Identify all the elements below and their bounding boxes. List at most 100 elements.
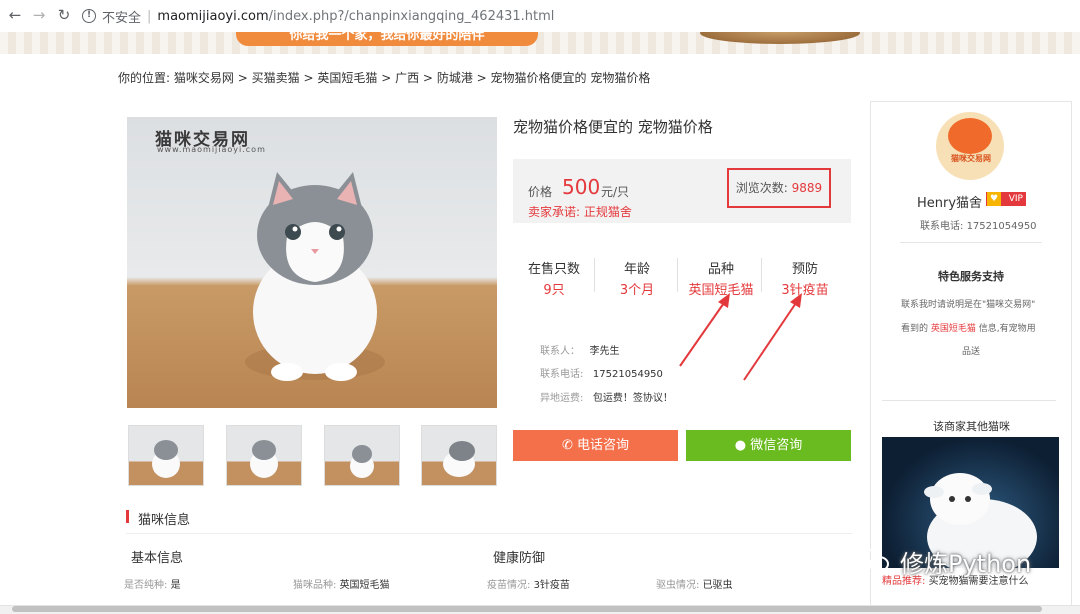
service-breed-link[interactable]: 英国短毛猫: [931, 324, 976, 334]
stat-divider: [677, 258, 678, 292]
stat-value: 3个月: [619, 283, 655, 298]
price-label: 价格: [528, 185, 553, 199]
views-value: 9889: [791, 181, 823, 195]
insecure-label: 不安全: [102, 10, 142, 26]
annotation-arrows: [679, 293, 802, 381]
breadcrumb-item[interactable]: 英国短毛猫: [317, 71, 377, 85]
address-bar[interactable]: ! 不安全 | maomijiaoyi.com /index.php?/chan…: [82, 3, 1080, 29]
view-count: 浏览次数: 9889: [727, 168, 831, 208]
breadcrumb-prefix: 你的位置:: [118, 71, 171, 85]
service-line: 联系我时请说明是在"猫咪交易网": [901, 300, 1036, 310]
shop-phone-label: 联系电话:: [920, 221, 964, 232]
breadcrumb-item[interactable]: 宠物猫价格便宜的 宠物猫价格: [491, 71, 651, 85]
other-cats-title: 该商家其他猫咪: [933, 420, 1010, 433]
stat-label: 品种: [707, 262, 734, 277]
breadcrumb-separator: >: [381, 71, 392, 85]
contact-phone: 联系电话: 17521054950: [540, 365, 663, 380]
info-item-breed: 猫咪品种: 英国短毛猫: [293, 576, 390, 591]
stat-divider: [761, 258, 762, 292]
shop-logo-text: 猫咪交易网: [951, 154, 991, 163]
breadcrumb-separator: >: [303, 71, 314, 85]
cat-info-title: 猫咪信息: [138, 513, 191, 528]
thumbnail[interactable]: [421, 425, 497, 486]
kitten-illustration: [245, 172, 385, 381]
stat-age: 年龄 3个月: [597, 258, 677, 298]
service-text: 信息,有宠物用: [978, 324, 1036, 334]
main-cat-photo[interactable]: 猫咪交易网 www.maomijiaoyi.com: [127, 117, 497, 408]
breadcrumb-item[interactable]: 广西: [395, 71, 419, 85]
info-item-pure: 是否纯种: 是: [124, 576, 181, 591]
thumbnail[interactable]: [324, 425, 400, 486]
shop-phone-value: 17521054950: [966, 221, 1037, 232]
wechat-consult-label: 微信咨询: [750, 438, 803, 453]
shop-phone: 联系电话: 17521054950: [920, 217, 1037, 232]
health-title: 健康防御: [493, 551, 546, 566]
info-value: 是: [170, 580, 181, 591]
price-unit: 元/只: [601, 185, 630, 199]
info-label: 是否纯种:: [124, 580, 168, 591]
contact-phone-value: 17521054950: [592, 369, 663, 380]
price-value: 500: [562, 175, 601, 199]
breadcrumb: 你的位置: 猫咪交易网 > 买猫卖猫 > 英国短毛猫 > 广西 > 防城港 > …: [118, 69, 650, 86]
basic-info-title: 基本信息: [131, 551, 184, 566]
breadcrumb-separator: >: [422, 71, 433, 85]
stat-label: 预防: [791, 262, 818, 277]
address-separator: |: [147, 8, 152, 24]
stat-divider: [594, 258, 595, 292]
breadcrumb-item[interactable]: 防城港: [437, 71, 473, 85]
service-line: 看到的 英国短毛猫 信息,有宠物用: [901, 321, 1036, 334]
stat-value: 9只: [543, 283, 565, 298]
reload-icon[interactable]: ↻: [55, 6, 73, 24]
info-label: 猫咪品种:: [293, 580, 337, 591]
forward-icon[interactable]: →: [30, 6, 48, 24]
banner-bowl-image: [700, 32, 860, 44]
back-icon[interactable]: ←: [6, 6, 24, 24]
banner-slogan: 你给我一个家，我给你最好的陪伴: [236, 32, 538, 46]
wechat-watermark-icon: [856, 549, 889, 572]
overlay-watermark: 修炼Python: [900, 550, 1032, 578]
thumbnail[interactable]: [226, 425, 302, 486]
breadcrumb-separator: >: [237, 71, 248, 85]
stat-stock: 在售只数 9只: [514, 258, 594, 298]
contact-person: 联系人： 李先生: [540, 342, 620, 357]
scrollbar-thumb[interactable]: [12, 606, 1042, 612]
contact-shipping-label: 异地运费:: [540, 393, 584, 404]
top-banner: 你给我一个家，我给你最好的陪伴: [0, 32, 1080, 54]
contact-shipping-value: 包运费！签协议！: [592, 393, 673, 404]
service-text: 看到的: [901, 324, 929, 334]
info-label: 驱虫情况:: [656, 580, 700, 591]
cat-logo-icon: [948, 118, 992, 154]
sidebar-divider: [882, 400, 1056, 401]
wechat-consult-button[interactable]: ● 微信咨询: [686, 430, 851, 461]
views-label: 浏览次数:: [735, 181, 788, 195]
sidebar-divider: [900, 242, 1042, 243]
info-item-deworm: 驱虫情况: 已驱虫: [656, 576, 733, 591]
contact-shipping: 异地运费: 包运费！签协议！: [540, 389, 673, 404]
info-value: 英国短毛猫: [339, 580, 390, 591]
contact-person-value: 李先生: [589, 346, 620, 357]
thumbnail[interactable]: [128, 425, 204, 486]
phone-consult-button[interactable]: ✆ 电话咨询: [513, 430, 678, 461]
breadcrumb-item[interactable]: 猫咪交易网: [174, 71, 234, 85]
info-label: 疫苗情况:: [487, 580, 531, 591]
breadcrumb-separator: >: [476, 71, 487, 85]
url-host: maomijiaoyi.com: [157, 8, 269, 24]
section-accent-bar: [126, 510, 129, 523]
service-title: 特色服务支持: [938, 270, 1004, 283]
wechat-icon: ●: [734, 438, 747, 453]
breadcrumb-item[interactable]: 买猫卖猫: [252, 71, 300, 85]
phone-icon: ✆: [561, 438, 573, 453]
info-item-vaccine: 疫苗情况: 3针疫苗: [487, 576, 570, 591]
phone-consult-label: 电话咨询: [577, 438, 630, 453]
heart-icon: ♥: [987, 192, 1001, 206]
info-value: 已驱虫: [702, 580, 733, 591]
stat-label: 年龄: [623, 262, 650, 277]
section-divider: [126, 533, 852, 534]
browser-toolbar: ← → ↻ ! 不安全 | maomijiaoyi.com /index.php…: [0, 0, 1080, 33]
service-line: 品送: [962, 347, 981, 357]
seller-promise: 卖家承诺: 正规猫舍: [528, 205, 632, 219]
contact-phone-label: 联系电话:: [540, 369, 584, 380]
contact-person-label: 联系人：: [540, 346, 580, 357]
warning-icon: !: [82, 9, 96, 23]
shop-name[interactable]: Henry猫舍: [917, 192, 982, 211]
